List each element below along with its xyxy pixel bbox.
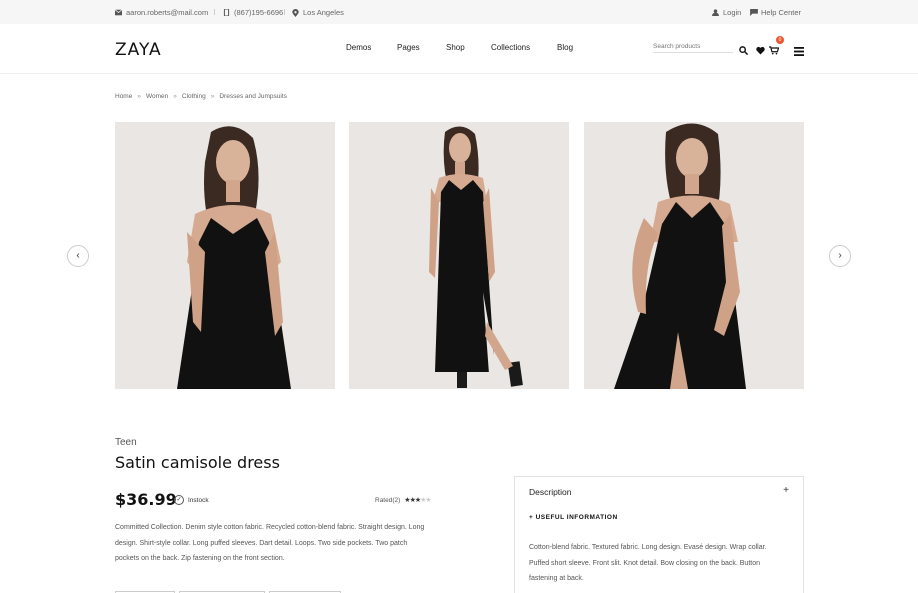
rating[interactable]: Rated(2) ★★★★★ [375, 496, 432, 505]
nav-item-demos[interactable]: Demos [346, 43, 371, 52]
nav-item-blog[interactable]: Blog [557, 43, 573, 52]
breadcrumb-home[interactable]: Home [115, 93, 132, 100]
breadcrumb-women[interactable]: Women [146, 93, 168, 100]
divider [214, 9, 215, 15]
gallery-next-button[interactable]: › [829, 245, 851, 267]
nav-item-shop[interactable]: Shop [446, 43, 465, 52]
chat-flag-icon [750, 9, 758, 16]
map-pin-icon [292, 9, 299, 17]
login-text: Login [723, 8, 742, 17]
product-image-3[interactable] [584, 122, 804, 389]
phone-icon [223, 8, 230, 17]
product-title: Satin camisole dress [115, 453, 280, 472]
breadcrumb-current: Dresses and Jumpsuits [219, 93, 287, 100]
envelope-icon [114, 9, 123, 16]
rated-count: Rated(2) [375, 496, 401, 504]
help-center-link[interactable]: Help Center [750, 8, 801, 17]
breadcrumb-separator: » [210, 93, 215, 100]
product-category[interactable]: Teen [115, 437, 137, 448]
cart-count-badge: 0 [776, 36, 784, 44]
star-rating-icon: ★★★★★ [404, 496, 431, 504]
star-empty: ★ [425, 497, 431, 504]
panel-text: Cotton-blend fabric. Textured fabric. Lo… [529, 544, 767, 582]
phone-item[interactable]: (867)195-6696 [223, 8, 283, 17]
menu-icon[interactable] [794, 43, 804, 56]
stock-text: Instock [188, 496, 209, 504]
product-image-2[interactable] [349, 122, 569, 389]
description-panel: Description + + USEFUL INFORMATION Cotto… [514, 476, 804, 593]
login-link[interactable]: Login [712, 8, 741, 17]
email-text: aaron.roberts@mail.com [126, 8, 209, 17]
search-icon[interactable] [739, 42, 749, 56]
nav-item-pages[interactable]: Pages [397, 43, 420, 52]
breadcrumb-clothing[interactable]: Clothing [182, 93, 206, 100]
nav-item-collections[interactable]: Collections [491, 43, 530, 52]
help-center-text: Help Center [761, 8, 802, 17]
product-image-1[interactable] [115, 122, 335, 389]
location-text: Los Angeles [303, 8, 344, 17]
breadcrumb-separator: » [173, 93, 177, 100]
product-description: Committed Collection. Denim style cotton… [115, 524, 425, 562]
check-circle-icon: ✓ [174, 495, 184, 505]
user-icon [712, 9, 719, 16]
logo[interactable]: ZAYA [115, 40, 162, 60]
gallery-prev-button[interactable]: ‹ [67, 245, 89, 267]
product-price: $36.99 [115, 490, 177, 509]
breadcrumb: Home » Women » Clothing » Dresses and Ju… [115, 93, 287, 100]
expand-toggle[interactable]: + [783, 485, 789, 496]
main-header: ZAYA Demos Pages Shop Collections Blog 0 [0, 24, 918, 74]
useful-information-heading[interactable]: + USEFUL INFORMATION [529, 514, 618, 521]
phone-text: (867)195-6696 [234, 8, 284, 17]
top-bar: aaron.roberts@mail.com (867)195-6696 Los… [0, 0, 918, 24]
divider [284, 9, 285, 15]
location-item[interactable]: Los Angeles [292, 8, 344, 17]
stock-status: ✓ Instock [174, 495, 209, 505]
search-input[interactable] [653, 41, 733, 53]
email-item[interactable]: aaron.roberts@mail.com [114, 8, 209, 17]
breadcrumb-separator: » [137, 93, 141, 100]
heart-icon[interactable] [756, 42, 766, 55]
panel-heading[interactable]: Description [529, 487, 572, 497]
